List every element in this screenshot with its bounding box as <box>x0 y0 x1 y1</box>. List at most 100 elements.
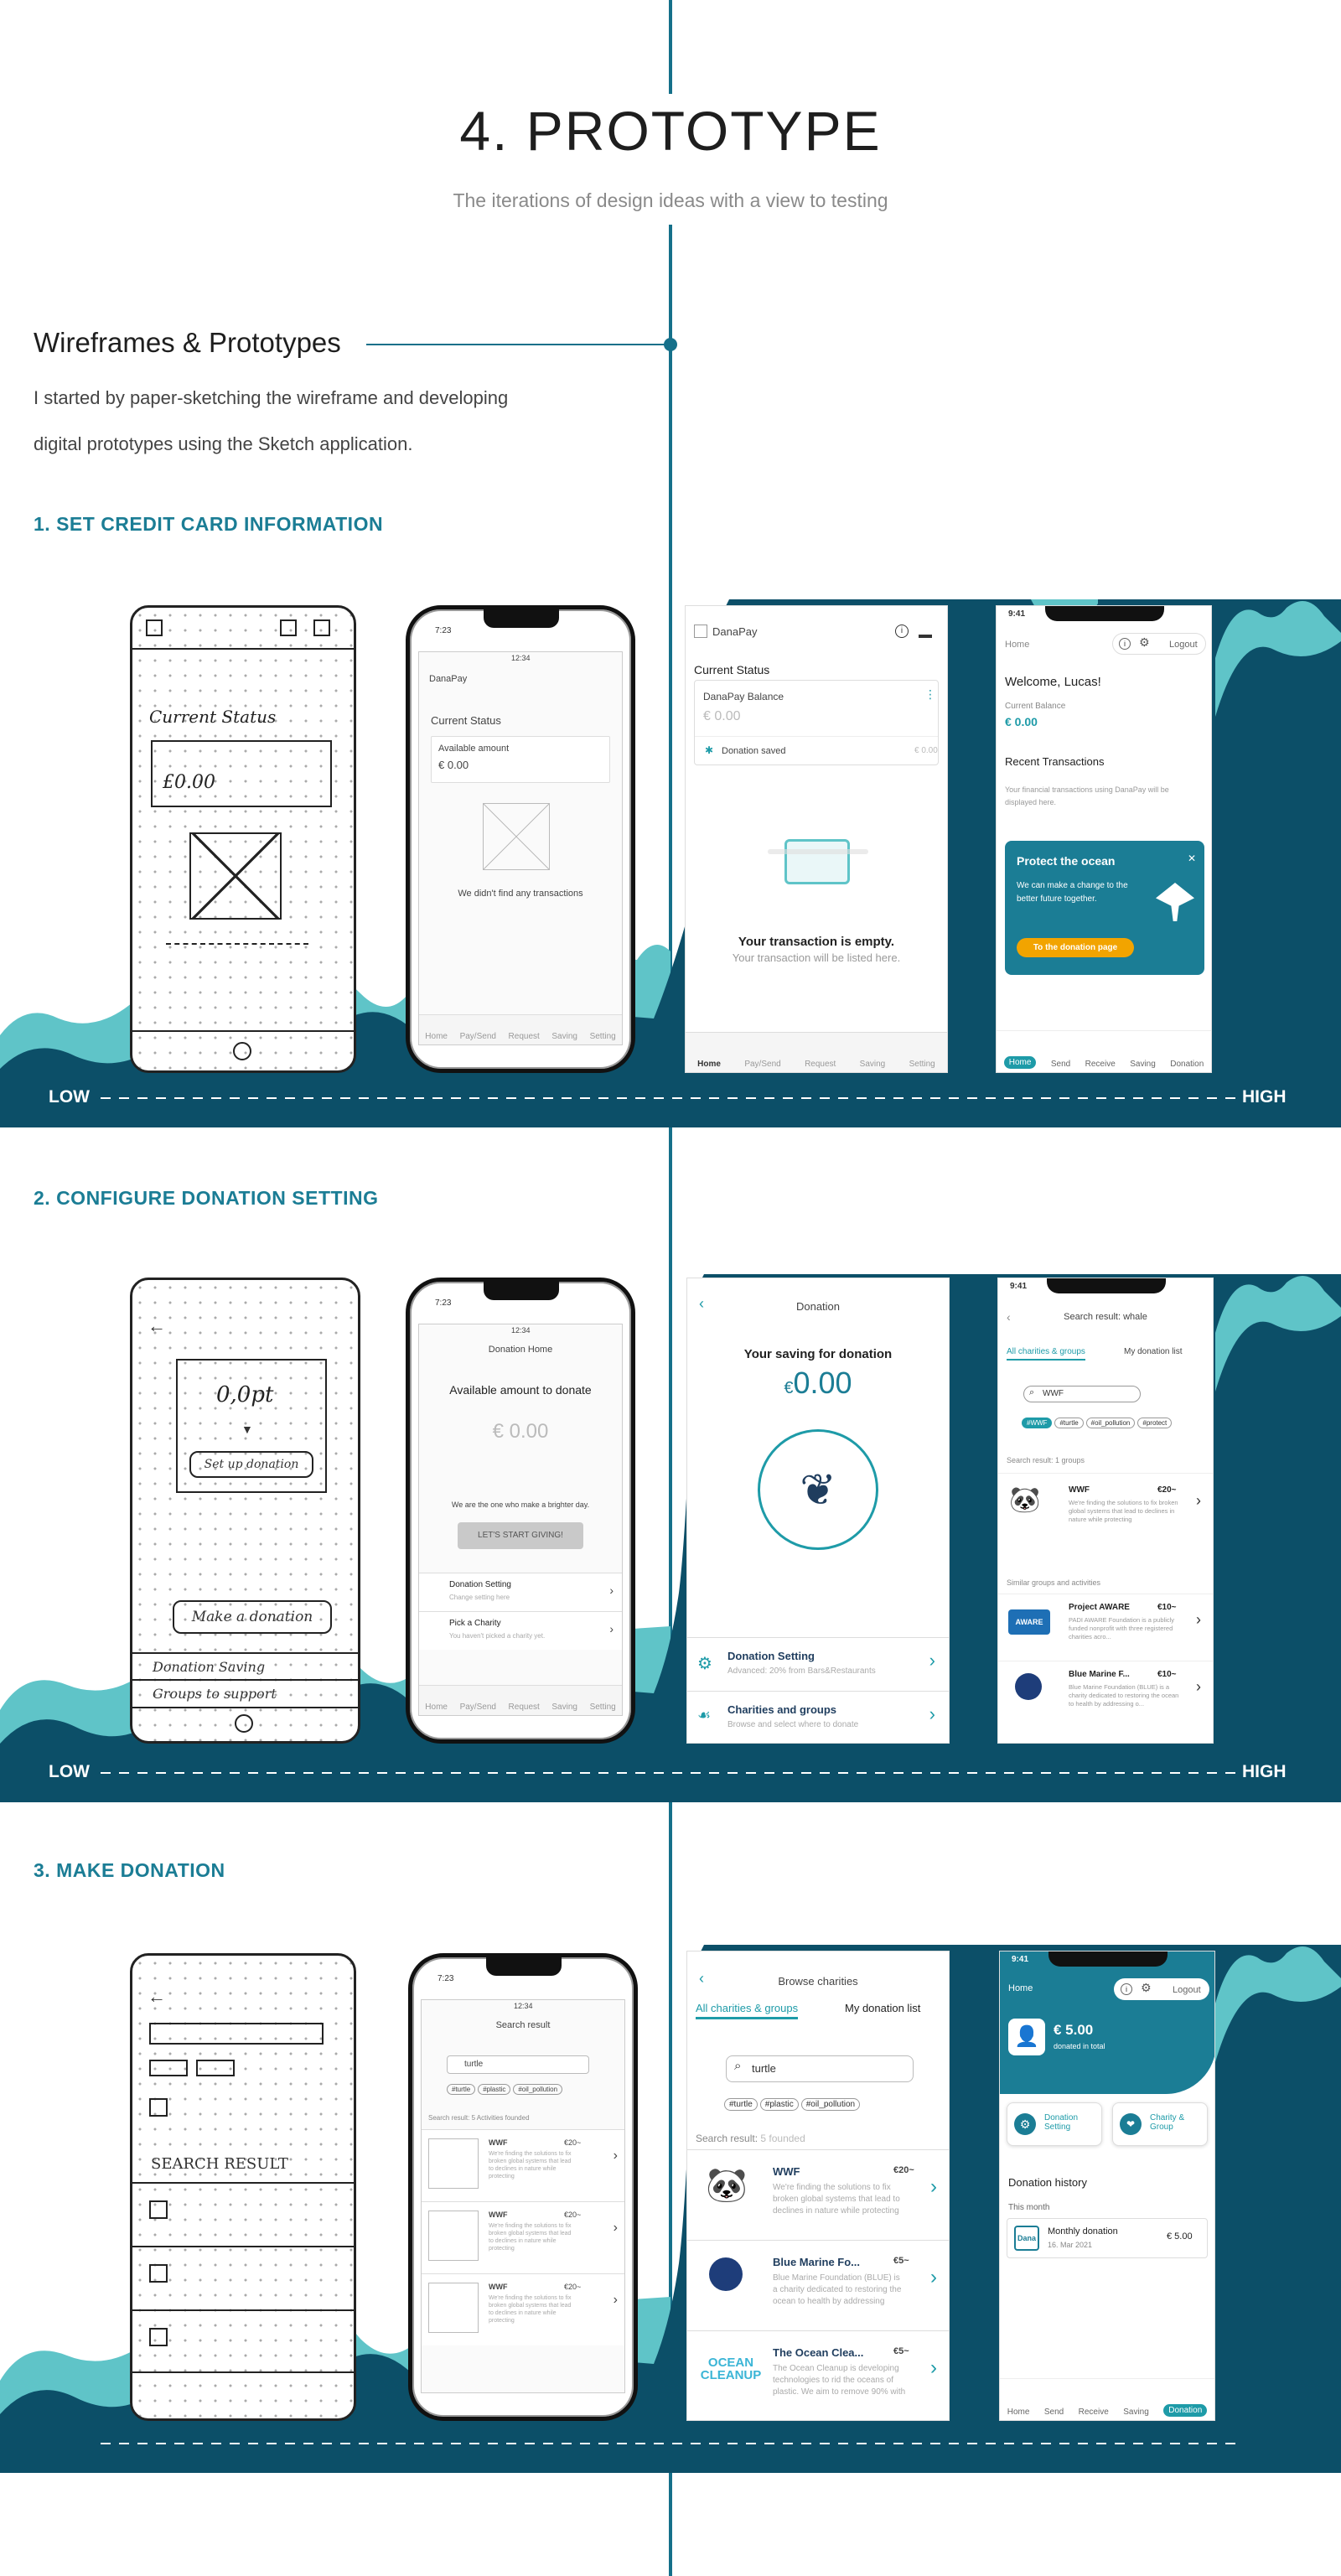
info-icon[interactable]: i <box>1121 1983 1132 1995</box>
search-input[interactable]: turtle <box>726 2055 914 2082</box>
result-row[interactable]: WWF €20~ We're finding the solutions to … <box>422 2201 624 2273</box>
tab-setting[interactable]: Setting <box>590 1703 616 1712</box>
tab-home[interactable]: Home <box>425 1032 448 1041</box>
tab-saving[interactable]: Saving <box>551 1032 577 1041</box>
charity-group-button[interactable]: ❤ Charity & Group <box>1112 2102 1208 2146</box>
tagline: We are the one who make a brighter day. <box>451 1501 590 1509</box>
pick-charity-row[interactable]: Pick a Charity You haven't picked a char… <box>419 1611 622 1650</box>
charity-row-ocean-cleanup[interactable]: OCEAN CLEANUP The Ocean Clea... €5~ The O… <box>687 2330 949 2420</box>
sketch-result-label: SEARCH RESULT <box>151 2155 288 2173</box>
currency-symbol: € <box>784 1379 794 1397</box>
donation-history-item[interactable]: Dana Monthly donation 16. Mar 2021 € 5.0… <box>1007 2218 1208 2258</box>
charity-description: We're finding the solutions to fix broke… <box>773 2183 900 2216</box>
logout-button[interactable]: Logout <box>1173 1985 1201 1995</box>
tab-home[interactable]: Home <box>1003 1056 1037 1069</box>
tab-donation-list[interactable]: My donation list <box>845 2002 920 2014</box>
promo-card[interactable]: Protect the ocean ✕ We can make a change… <box>1005 841 1204 975</box>
tab-donation[interactable]: Donation <box>1170 1060 1204 1069</box>
tag-chip[interactable]: #WWF <box>1022 1418 1053 1428</box>
result-row[interactable]: WWF €20~ We're finding the solutions to … <box>422 2273 624 2345</box>
tab-saving[interactable]: Saving <box>860 1060 886 1069</box>
tag-chip[interactable]: #turtle <box>447 2084 476 2095</box>
sketch-make-donation-button: Make a donation <box>173 1600 332 1634</box>
charity-row-blue-marine[interactable]: Blue Marine Fo... €5~ Blue Marine Founda… <box>687 2240 949 2330</box>
sketch-status-label: Current Status <box>149 707 277 727</box>
charity-row-wwf[interactable]: 🐼 WWF €20~ We're finding the solutions t… <box>687 2149 949 2240</box>
tab-pay-send[interactable]: Pay/Send <box>744 1060 780 1069</box>
chevron-right-icon: › <box>613 2221 618 2235</box>
sketch-amount: £0.00 <box>163 772 215 793</box>
balance-label: DanaPay Balance <box>703 691 784 702</box>
donation-page-button[interactable]: To the donation page <box>1017 938 1134 957</box>
notch <box>1047 1278 1166 1293</box>
hifi-donation-home-screen: 9:41 Home i ⚙ Logout 👤 € 5.00 donated in… <box>999 1951 1215 2421</box>
tag-chip[interactable]: #oil_pollution <box>800 2098 861 2111</box>
search-icon: ⌕ <box>734 2059 742 2073</box>
result-amount: €20~ <box>564 2211 582 2219</box>
tag-chip[interactable]: #turtle <box>724 2098 758 2111</box>
paper-sketch-wireframe: ← SEARCH RESULT <box>130 1953 356 2421</box>
search-input[interactable]: turtle <box>447 2055 589 2074</box>
gear-icon[interactable]: ⚙ <box>1139 635 1150 650</box>
gear-icon[interactable]: ⚙ <box>1141 1981 1152 1995</box>
donation-saved-label: Donation saved <box>722 746 786 756</box>
donation-setting-row[interactable]: ⚙ Donation Setting Advanced: 20% from Ba… <box>687 1637 949 1691</box>
chevron-right-icon: › <box>609 1622 614 1635</box>
tab-setting[interactable]: Setting <box>590 1032 616 1041</box>
row-title: Charities and groups <box>727 1703 837 1716</box>
start-giving-button[interactable]: LET'S START GIVING! <box>458 1522 583 1549</box>
tab-request[interactable]: Request <box>805 1060 836 1069</box>
charity-row-wwf[interactable]: 🐼 WWF €20~ We're finding the solutions t… <box>998 1473 1213 1545</box>
close-icon[interactable]: ✕ <box>1188 853 1196 864</box>
charities-groups-row[interactable]: ☙ Charities and groups Browse and select… <box>687 1691 949 1743</box>
search-input[interactable]: WWF <box>1023 1386 1141 1402</box>
tab-receive[interactable]: Receive <box>1079 2408 1109 2417</box>
tag-chip[interactable]: #turtle <box>1054 1418 1084 1428</box>
tab-send[interactable]: Send <box>1051 1060 1070 1069</box>
info-icon[interactable]: i <box>895 625 909 638</box>
sketch-checkbox <box>313 619 330 636</box>
tab-pay-send[interactable]: Pay/Send <box>460 1703 496 1712</box>
image-placeholder <box>428 2283 479 2333</box>
info-icon[interactable]: i <box>1119 638 1131 650</box>
tab-home[interactable]: Home <box>1007 2408 1030 2417</box>
tag-chip[interactable]: #protect <box>1137 1418 1173 1428</box>
tab-setting[interactable]: Setting <box>909 1060 935 1069</box>
search-value: turtle <box>464 2060 484 2069</box>
tab-send[interactable]: Send <box>1044 2408 1064 2417</box>
charity-row-blue-marine[interactable]: Blue Marine F... €10~ Blue Marine Founda… <box>998 1661 1213 1736</box>
tab-donation-list[interactable]: My donation list <box>1124 1347 1182 1356</box>
tab-pay-send[interactable]: Pay/Send <box>460 1032 496 1041</box>
tab-home[interactable]: Home <box>425 1703 448 1712</box>
result-row[interactable]: WWF €20~ We're finding the solutions to … <box>422 2129 624 2201</box>
lofi-screen: 12:34 DanaPay Current Status Available a… <box>418 651 623 1045</box>
tab-all-charities[interactable]: All charities & groups <box>696 2002 799 2019</box>
charity-description: PADI AWARE Foundation is a publicly fund… <box>1069 1616 1175 1640</box>
tab-saving[interactable]: Saving <box>1123 2408 1149 2417</box>
donation-setting-button[interactable]: ⚙ Donation Setting <box>1007 2102 1102 2146</box>
tab-all-charities[interactable]: All charities & groups <box>1007 1347 1085 1361</box>
row-title: Donation Setting <box>727 1650 815 1662</box>
tab-saving[interactable]: Saving <box>1130 1060 1156 1069</box>
promo-text: We can make a change to the better futur… <box>1017 881 1128 904</box>
result-name: WWF <box>489 2138 508 2147</box>
profile-icon[interactable] <box>919 623 932 638</box>
tab-request[interactable]: Request <box>509 1032 540 1041</box>
image-placeholder <box>428 2211 479 2261</box>
tag-chip[interactable]: #plastic <box>759 2098 799 2111</box>
chevron-right-icon: › <box>930 2175 937 2198</box>
tab-home[interactable]: Home <box>697 1060 721 1069</box>
balance-menu-icon[interactable]: ⋮ <box>924 687 936 702</box>
saving-label: Your saving for donation <box>743 1347 893 1361</box>
tab-saving[interactable]: Saving <box>551 1703 577 1712</box>
tag-chip[interactable]: #plastic <box>478 2084 511 2095</box>
logout-button[interactable]: Logout <box>1169 640 1198 650</box>
tab-receive[interactable]: Receive <box>1085 1060 1116 1069</box>
tab-request[interactable]: Request <box>509 1703 540 1712</box>
tab-donation[interactable]: Donation <box>1163 2404 1208 2417</box>
tag-chip[interactable]: #oil_pollution <box>513 2084 563 2095</box>
tag-chip[interactable]: #oil_pollution <box>1085 1418 1136 1428</box>
charity-row-aware[interactable]: AWARE Project AWARE €10~ PADI AWARE Foun… <box>998 1594 1213 1661</box>
donation-setting-row[interactable]: Donation Setting Change setting here › <box>419 1573 622 1611</box>
lofi-screen: 12:34 Donation Home Available amount to … <box>418 1324 623 1716</box>
